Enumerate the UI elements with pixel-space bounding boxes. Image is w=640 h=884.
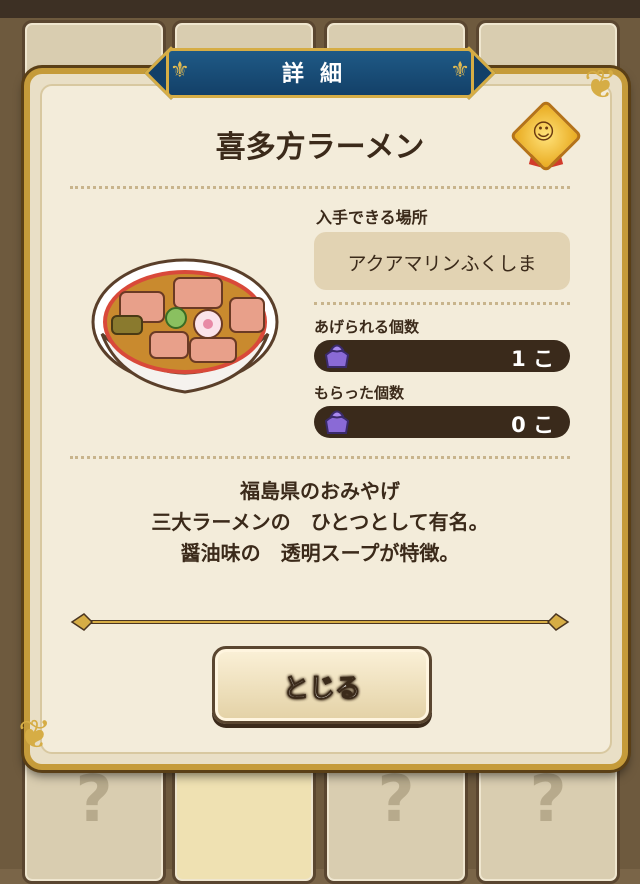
close-button-label: とじる <box>282 674 361 705</box>
dotted-divider <box>70 456 570 459</box>
purple-gift-icon <box>324 344 350 368</box>
dialog-title: 詳細 <box>281 62 358 87</box>
close-button[interactable]: とじる <box>212 646 432 724</box>
location-value: アクアマリンふくしま <box>347 253 537 275</box>
unknown-mark: ? <box>75 763 113 837</box>
dialog-title-banner: ⚜ ⚜ 詳細 <box>140 44 500 100</box>
dotted-divider <box>314 302 570 305</box>
received-count: 0 こ <box>511 413 554 437</box>
giveable-label: あげられる個数 <box>314 318 420 336</box>
received-label: もらった個数 <box>314 384 405 402</box>
top-bar <box>0 0 640 18</box>
description-line: 三大ラーメンの ひとつとして有名。 <box>151 510 489 534</box>
item-description: 福島県のおみやげ 三大ラーメンの ひとつとして有名。 醤油味の 透明スープが特徴… <box>0 476 640 569</box>
received-count-bar: 0 こ <box>314 406 570 438</box>
description-line: 醤油味の 透明スープが特徴。 <box>180 541 460 565</box>
dotted-divider <box>70 186 570 189</box>
giveable-count: 1 こ <box>511 347 554 371</box>
ornamental-divider <box>70 613 570 631</box>
location-box: アクアマリンふくしま <box>314 232 570 290</box>
purple-gift-icon <box>324 410 350 434</box>
corner-ornament-icon: ❦ <box>584 62 618 108</box>
ramen-bowl-icon <box>91 258 279 394</box>
corner-ornament-icon: ❦ <box>18 712 52 758</box>
giveable-count-bar: 1 こ <box>314 340 570 372</box>
medal-face-icon: ☺ <box>532 120 555 145</box>
unknown-mark: ? <box>377 763 415 837</box>
location-label: 入手できる場所 <box>316 208 428 227</box>
unknown-mark: ? <box>529 763 567 837</box>
description-line: 福島県のおみやげ <box>240 479 400 503</box>
